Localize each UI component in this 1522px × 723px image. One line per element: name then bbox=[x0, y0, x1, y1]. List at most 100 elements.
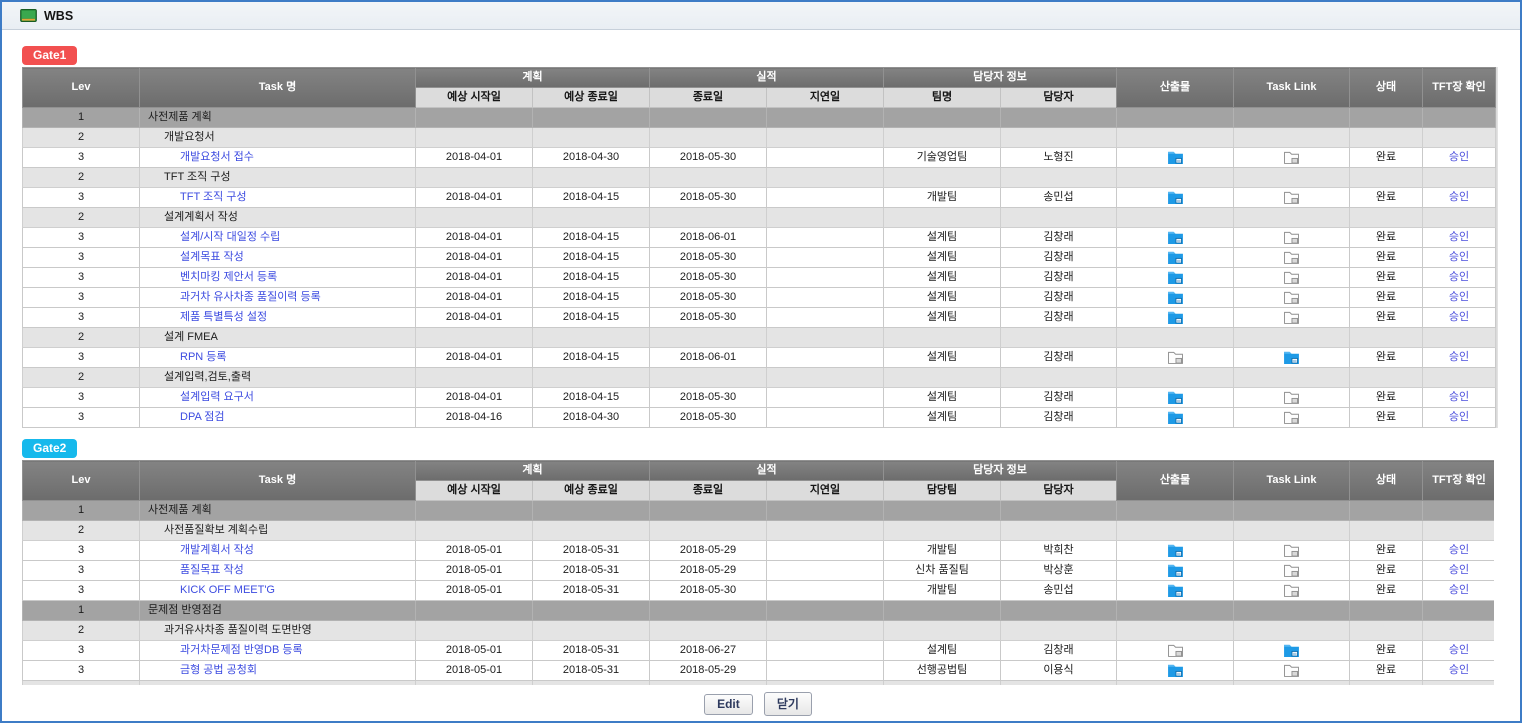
col-header-actual-end: 종료일 bbox=[650, 88, 767, 108]
task-name-link[interactable]: 제품 특별특성 설정 bbox=[180, 311, 267, 323]
task-name-link[interactable]: 개발요청서 접수 bbox=[180, 151, 254, 163]
task-name-link[interactable]: 설계입력 요구서 bbox=[180, 391, 254, 403]
status-cell: 완료 bbox=[1350, 288, 1423, 308]
status-cell: 완료 bbox=[1350, 268, 1423, 288]
gray-folder-task-link-icon[interactable] bbox=[1284, 411, 1299, 424]
tft-confirm-cell bbox=[1423, 501, 1495, 521]
blue-folder-deliverable-icon[interactable] bbox=[1168, 151, 1183, 164]
approve-link[interactable]: 승인 bbox=[1449, 151, 1469, 163]
plan-start-cell bbox=[416, 368, 533, 388]
blue-folder-deliverable-icon[interactable] bbox=[1168, 311, 1183, 324]
edit-button[interactable]: Edit bbox=[704, 694, 753, 715]
gray-folder-task-link-icon[interactable] bbox=[1284, 311, 1299, 324]
gray-folder-task-link-icon[interactable] bbox=[1284, 291, 1299, 304]
close-button[interactable]: 닫기 bbox=[764, 692, 812, 716]
approve-link[interactable]: 승인 bbox=[1449, 391, 1469, 403]
status-cell: 완료 bbox=[1350, 541, 1423, 561]
gray-folder-deliverable-icon[interactable] bbox=[1168, 351, 1183, 364]
table-row: 1문제점 반영점검 bbox=[23, 601, 1495, 621]
status-cell bbox=[1350, 128, 1423, 148]
lev-cell: 2 bbox=[23, 128, 140, 148]
blue-folder-deliverable-icon[interactable] bbox=[1168, 584, 1183, 597]
empty-cell bbox=[140, 681, 416, 686]
task-link-cell bbox=[1234, 368, 1350, 388]
gray-folder-task-link-icon[interactable] bbox=[1284, 664, 1299, 677]
status-cell bbox=[1350, 501, 1423, 521]
task-name-link[interactable]: TFT 조직 구성 bbox=[180, 191, 247, 203]
gray-folder-task-link-icon[interactable] bbox=[1284, 151, 1299, 164]
approve-link[interactable]: 승인 bbox=[1449, 564, 1469, 576]
status-cell bbox=[1350, 521, 1423, 541]
task-name-link[interactable]: 설계목표 작성 bbox=[180, 251, 244, 263]
plan-start-cell: 2018-04-01 bbox=[416, 148, 533, 168]
blue-folder-deliverable-icon[interactable] bbox=[1168, 391, 1183, 404]
approve-link[interactable]: 승인 bbox=[1449, 584, 1469, 596]
team-cell: 개발팀 bbox=[884, 188, 1001, 208]
table-row: 3제품 특별특성 설정2018-04-012018-04-152018-05-3… bbox=[23, 308, 1496, 328]
gray-folder-task-link-icon[interactable] bbox=[1284, 251, 1299, 264]
blue-folder-deliverable-icon[interactable] bbox=[1168, 664, 1183, 677]
owner-cell: 박상훈 bbox=[1001, 561, 1117, 581]
team-cell bbox=[884, 328, 1001, 348]
task-name-link[interactable]: 과거차문제점 반영DB 등록 bbox=[180, 644, 303, 656]
blue-folder-task-link-icon[interactable] bbox=[1284, 351, 1299, 364]
task-name-link[interactable]: 설계/시작 대일정 수립 bbox=[180, 231, 280, 243]
gray-folder-task-link-icon[interactable] bbox=[1284, 584, 1299, 597]
plan-end-cell: 2018-04-15 bbox=[533, 248, 650, 268]
task-name-link[interactable]: KICK OFF MEET'G bbox=[180, 584, 275, 596]
task-link-cell bbox=[1234, 268, 1350, 288]
team-cell bbox=[884, 521, 1001, 541]
table-row: 3과거차문제점 반영DB 등록2018-05-012018-05-312018-… bbox=[23, 641, 1495, 661]
approve-link[interactable]: 승인 bbox=[1449, 191, 1469, 203]
plan-end-cell: 2018-04-15 bbox=[533, 228, 650, 248]
task-name-link[interactable]: 과거차 유사차종 품질이력 등록 bbox=[180, 291, 321, 303]
lev-cell: 2 bbox=[23, 621, 140, 641]
delay-cell bbox=[767, 581, 884, 601]
gray-folder-task-link-icon[interactable] bbox=[1284, 544, 1299, 557]
gray-folder-task-link-icon[interactable] bbox=[1284, 271, 1299, 284]
blue-folder-deliverable-icon[interactable] bbox=[1168, 564, 1183, 577]
table-scrollbar[interactable] bbox=[1496, 67, 1498, 428]
blue-folder-task-link-icon[interactable] bbox=[1284, 644, 1299, 657]
gray-folder-task-link-icon[interactable] bbox=[1284, 564, 1299, 577]
lev-cell: 2 bbox=[23, 208, 140, 228]
blue-folder-deliverable-icon[interactable] bbox=[1168, 231, 1183, 244]
empty-cell bbox=[767, 681, 884, 686]
tft-confirm-cell: 승인 bbox=[1423, 388, 1496, 408]
deliverable-cell bbox=[1117, 408, 1234, 428]
approve-link[interactable]: 승인 bbox=[1449, 664, 1469, 676]
approve-link[interactable]: 승인 bbox=[1449, 544, 1469, 556]
delay-cell bbox=[767, 388, 884, 408]
blue-folder-deliverable-icon[interactable] bbox=[1168, 411, 1183, 424]
team-cell: 신차 품질팀 bbox=[884, 561, 1001, 581]
approve-link[interactable]: 승인 bbox=[1449, 271, 1469, 283]
task-name-link[interactable]: 금형 공법 공청회 bbox=[180, 664, 257, 676]
gray-folder-task-link-icon[interactable] bbox=[1284, 191, 1299, 204]
approve-link[interactable]: 승인 bbox=[1449, 251, 1469, 263]
blue-folder-deliverable-icon[interactable] bbox=[1168, 271, 1183, 284]
blue-folder-deliverable-icon[interactable] bbox=[1168, 251, 1183, 264]
plan-start-cell bbox=[416, 621, 533, 641]
task-name-link[interactable]: DPA 점검 bbox=[180, 411, 225, 423]
approve-link[interactable]: 승인 bbox=[1449, 291, 1469, 303]
task-name-link[interactable]: RPN 등록 bbox=[180, 351, 227, 363]
blue-folder-deliverable-icon[interactable] bbox=[1168, 544, 1183, 557]
plan-start-cell: 2018-05-01 bbox=[416, 581, 533, 601]
task-name-link[interactable]: 개발계획서 작성 bbox=[180, 544, 254, 556]
table-row: 3개발요청서 접수2018-04-012018-04-302018-05-30기… bbox=[23, 148, 1496, 168]
gray-folder-deliverable-icon[interactable] bbox=[1168, 644, 1183, 657]
delay-cell bbox=[767, 348, 884, 368]
gray-folder-task-link-icon[interactable] bbox=[1284, 231, 1299, 244]
blue-folder-deliverable-icon[interactable] bbox=[1168, 291, 1183, 304]
approve-link[interactable]: 승인 bbox=[1449, 411, 1469, 423]
task-name-link[interactable]: 벤치마킹 제안서 등록 bbox=[180, 271, 277, 283]
table-row: 1사전제품 계획 bbox=[23, 501, 1495, 521]
approve-link[interactable]: 승인 bbox=[1449, 351, 1469, 363]
approve-link[interactable]: 승인 bbox=[1449, 311, 1469, 323]
approve-link[interactable]: 승인 bbox=[1449, 231, 1469, 243]
task-name-link[interactable]: 품질목표 작성 bbox=[180, 564, 244, 576]
approve-link[interactable]: 승인 bbox=[1449, 644, 1469, 656]
task-name-cell: 개발요청서 접수 bbox=[140, 148, 416, 168]
blue-folder-deliverable-icon[interactable] bbox=[1168, 191, 1183, 204]
gray-folder-task-link-icon[interactable] bbox=[1284, 391, 1299, 404]
